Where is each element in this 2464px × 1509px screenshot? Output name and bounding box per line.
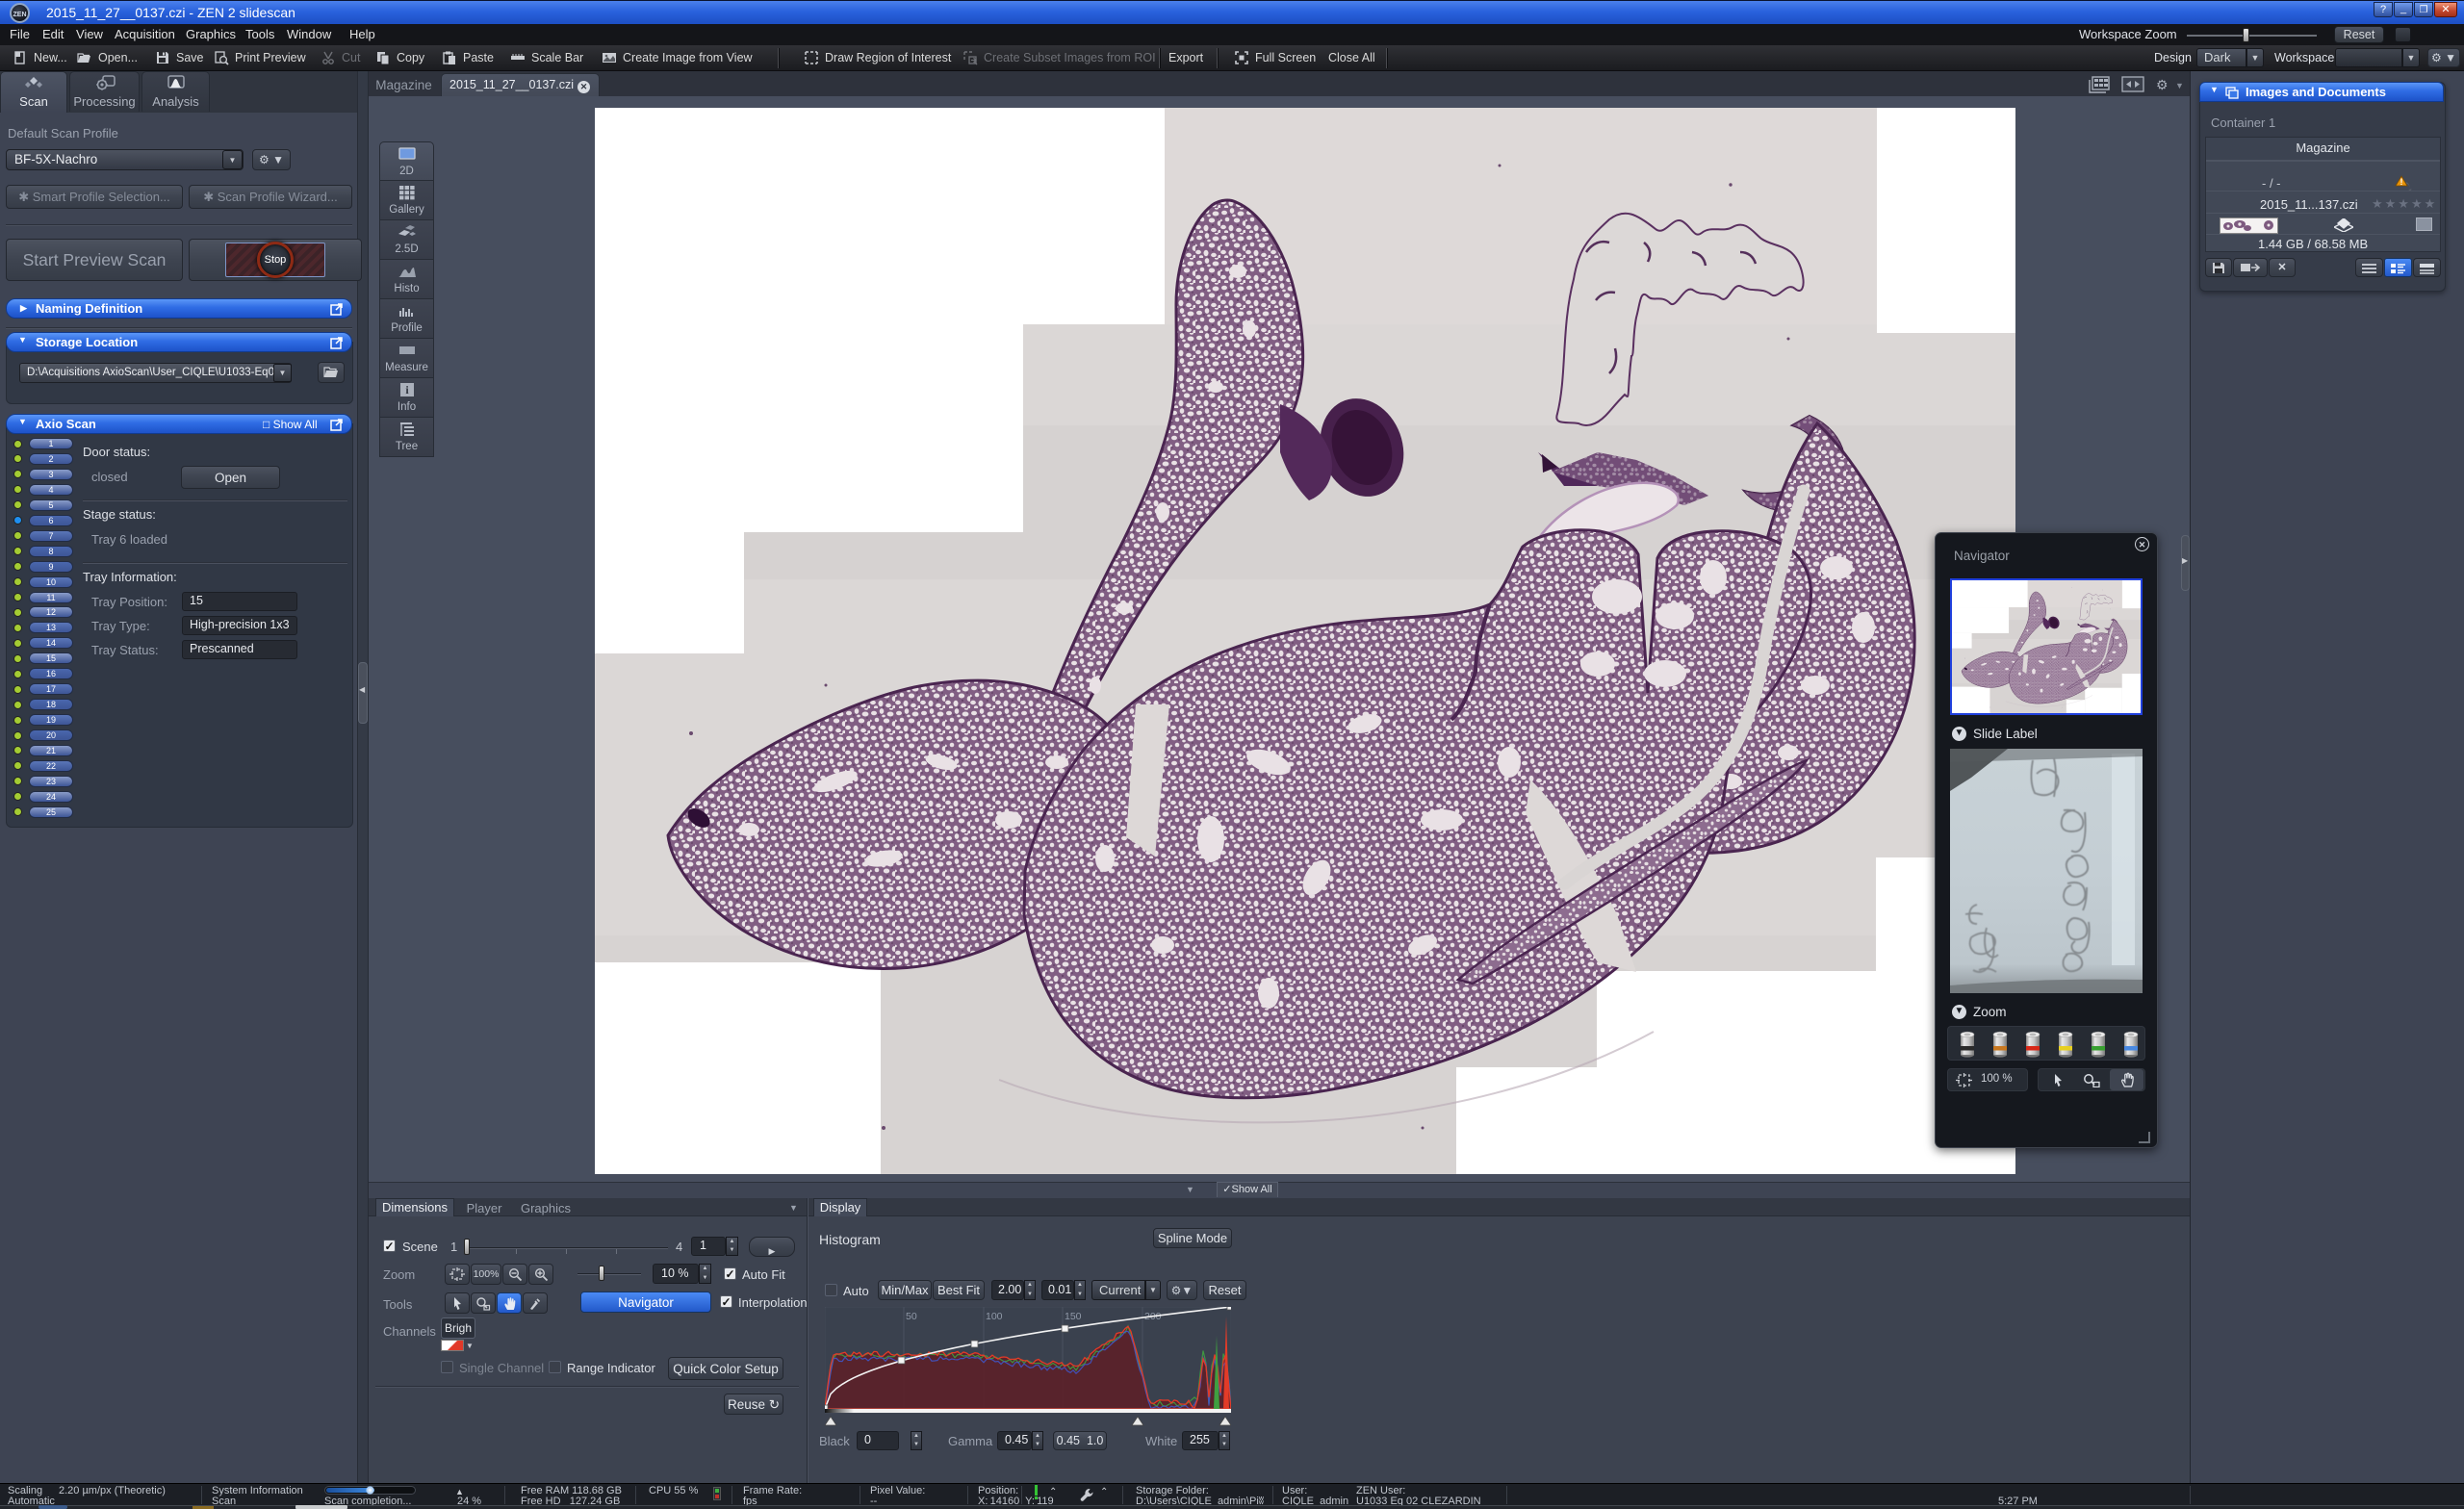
svg-text:150: 150 xyxy=(1065,1311,1082,1322)
svg-text:50: 50 xyxy=(906,1311,917,1322)
svg-text:100: 100 xyxy=(986,1311,1003,1322)
svg-text:!: ! xyxy=(2400,177,2403,187)
